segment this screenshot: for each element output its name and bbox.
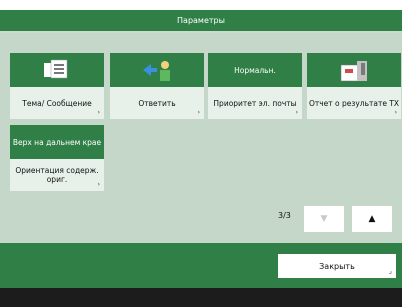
- title-bar: Параметры: [0, 10, 402, 31]
- tile-original-orientation[interactable]: Верх на дальнем крае Ориентация содерж. …: [10, 125, 104, 191]
- tile-email-priority-value: Нормальн.: [234, 65, 276, 75]
- tile-tx-report-label: Отчет о результате TX: [308, 98, 400, 108]
- tile-tx-report-label-area: Отчет о результате TX: [307, 87, 401, 119]
- tile-reply[interactable]: Ответить ›: [110, 53, 204, 119]
- top-margin: [0, 0, 402, 10]
- page-indicator: 3/3: [278, 211, 291, 220]
- close-button-label: Закрыть: [319, 261, 355, 271]
- tile-original-orientation-value: Верх на дальнем крае: [12, 137, 102, 147]
- corner-resize-icon: ⌟: [388, 267, 392, 275]
- chevron-right-icon: ›: [295, 109, 298, 116]
- tile-original-orientation-value-area: Верх на дальнем крае: [10, 125, 104, 159]
- triangle-up-icon: ▲: [368, 214, 376, 224]
- tile-original-orientation-label-area: Ориентация содерж. ориг.: [10, 159, 104, 191]
- chevron-right-icon: ›: [97, 109, 100, 116]
- chevron-right-icon: ›: [197, 109, 200, 116]
- tile-email-priority-label: Приоритет эл. почты: [213, 98, 297, 108]
- footer-bar: [0, 288, 402, 307]
- tile-subject-message-label-area: Тема/ Сообщение: [10, 87, 104, 119]
- tile-subject-message-icon-area: [10, 53, 104, 87]
- reply-person-icon: [143, 61, 170, 81]
- screen: Параметры Тема/ Сообщение › Ответить › Н…: [0, 0, 402, 307]
- chevron-right-icon: ›: [97, 181, 100, 188]
- triangle-down-icon: ▼: [320, 214, 328, 224]
- options-panel: Тема/ Сообщение › Ответить › Нормальн. П…: [0, 33, 402, 243]
- report-icon: [340, 61, 367, 82]
- page-up-button[interactable]: ▲: [352, 206, 392, 232]
- tile-email-priority-value-area: Нормальн.: [208, 53, 302, 87]
- chevron-right-icon: ›: [394, 109, 397, 116]
- page-down-button[interactable]: ▼: [304, 206, 344, 232]
- tile-tx-report-icon-area: [307, 53, 401, 87]
- page-title: Параметры: [177, 16, 225, 25]
- bottom-bar: Закрыть ⌟: [0, 243, 402, 288]
- tile-original-orientation-label: Ориентация содерж. ориг.: [15, 166, 99, 184]
- tile-email-priority-label-area: Приоритет эл. почты: [208, 87, 302, 119]
- tile-reply-label-area: Ответить: [110, 87, 204, 119]
- tile-reply-label: Ответить: [138, 98, 176, 108]
- tile-subject-message[interactable]: Тема/ Сообщение ›: [10, 53, 104, 119]
- tile-tx-report[interactable]: Отчет о результате TX ›: [307, 53, 401, 119]
- tile-email-priority[interactable]: Нормальн. Приоритет эл. почты ›: [208, 53, 302, 119]
- close-button[interactable]: Закрыть ⌟: [278, 254, 396, 278]
- tile-subject-message-label: Тема/ Сообщение: [22, 98, 92, 108]
- document-icon: [44, 59, 68, 79]
- tile-reply-icon-area: [110, 53, 204, 87]
